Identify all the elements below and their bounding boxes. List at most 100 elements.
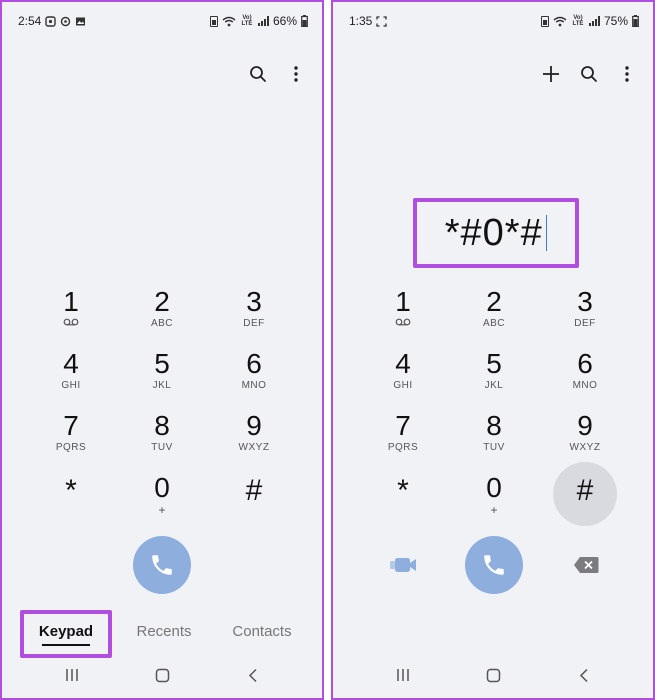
battery-saver-icon: [540, 15, 549, 27]
dialed-number-field[interactable]: *#0*#: [413, 198, 579, 268]
phone-icon: [152, 555, 172, 575]
more-options-button[interactable]: [284, 62, 308, 86]
call-button[interactable]: [133, 536, 191, 594]
key-letters: GHI: [61, 380, 81, 391]
add-icon: [543, 66, 559, 82]
add-contact-button[interactable]: [539, 62, 563, 86]
key-digit: 8: [486, 410, 502, 441]
status-time: 1:35: [349, 14, 373, 28]
key-digit: 8: [154, 410, 170, 441]
back-nav-button[interactable]: [573, 664, 595, 686]
key-4[interactable]: 4 GHI: [368, 348, 438, 410]
key-hash[interactable]: #: [550, 472, 620, 534]
phone-screen-keypad: 2:54 Vo) LTE 66% 1 2 ABC 3 DEF 4 GHI 5 JKL 6…: [0, 0, 324, 700]
key-2[interactable]: 2 ABC: [127, 286, 197, 348]
key-6[interactable]: 6 MNO: [219, 348, 289, 410]
volte-icon: Vo) LTE: [241, 15, 253, 27]
key-4[interactable]: 4 GHI: [36, 348, 106, 410]
search-button[interactable]: [577, 62, 601, 86]
tab-recents[interactable]: Recents: [119, 616, 209, 648]
gallery-icon: [76, 17, 86, 25]
phone-icon: [484, 555, 504, 575]
screenshot-icon: [376, 15, 388, 27]
tab-label: Recents: [136, 623, 192, 640]
more-options-button[interactable]: [615, 62, 639, 86]
backspace-button[interactable]: [571, 550, 601, 580]
home-nav-icon: [486, 668, 500, 682]
video-call-button[interactable]: [388, 550, 418, 580]
phone-screen-dialed: 1:35 Vo) LTE 75% *#0*# 1 2 ABC 3 DEF 4 GHI …: [331, 0, 655, 700]
key-star[interactable]: *: [368, 472, 438, 534]
key-letters: WXYZ: [569, 442, 601, 453]
key-letters: DEF: [574, 318, 596, 329]
navigation-bar: [2, 654, 322, 698]
volte-icon: Vo) LTE: [572, 15, 584, 27]
tab-contacts[interactable]: Contacts: [217, 616, 307, 648]
key-digit: #: [576, 474, 594, 507]
key-5[interactable]: 5 JKL: [459, 348, 529, 410]
key-star[interactable]: *: [36, 472, 106, 534]
key-8[interactable]: 8 TUV: [459, 410, 529, 472]
status-bar: 1:35 Vo) LTE 75%: [333, 2, 653, 40]
call-button[interactable]: [465, 536, 523, 594]
key-7[interactable]: 7 PQRS: [368, 410, 438, 472]
tab-label: Keypad: [38, 623, 94, 640]
tab-keypad[interactable]: Keypad: [21, 616, 111, 648]
key-digit: 3: [577, 286, 593, 317]
more-options-icon: [294, 66, 298, 82]
sync-icon: [61, 16, 71, 26]
back-nav-icon: [579, 668, 588, 682]
home-nav-button[interactable]: [151, 664, 173, 686]
key-1[interactable]: 1: [36, 286, 106, 348]
key-digit: *: [397, 474, 409, 507]
key-digit: #: [245, 474, 263, 507]
key-0[interactable]: 0 +: [127, 472, 197, 534]
key-9[interactable]: 9 WXYZ: [219, 410, 289, 472]
status-bar: 2:54 Vo) LTE 66%: [2, 2, 322, 40]
wifi-icon: [553, 16, 567, 26]
key-letters: +: [490, 503, 498, 517]
key-digit: 6: [577, 348, 593, 379]
dialed-number: *#0*#: [444, 211, 543, 254]
back-nav-button[interactable]: [242, 664, 264, 686]
key-digit: 7: [63, 410, 79, 441]
key-digit: 7: [395, 410, 411, 441]
key-3[interactable]: 3 DEF: [219, 286, 289, 348]
home-nav-icon: [155, 668, 169, 682]
key-7[interactable]: 7 PQRS: [36, 410, 106, 472]
key-digit: 4: [395, 348, 411, 379]
key-digit: 4: [63, 348, 79, 379]
battery-saver-icon: [209, 15, 218, 27]
key-0[interactable]: 0 +: [459, 472, 529, 534]
key-letters: JKL: [484, 380, 504, 391]
search-icon: [250, 66, 266, 82]
key-2[interactable]: 2 ABC: [459, 286, 529, 348]
key-digit: 6: [246, 348, 262, 379]
voicemail-icon: [63, 318, 79, 326]
back-nav-icon: [248, 668, 257, 682]
key-digit: 5: [154, 348, 170, 379]
home-nav-button[interactable]: [482, 664, 504, 686]
key-8[interactable]: 8 TUV: [127, 410, 197, 472]
status-time: 2:54: [18, 14, 42, 28]
key-letters: PQRS: [387, 442, 419, 453]
key-1[interactable]: 1: [368, 286, 438, 348]
search-icon: [581, 66, 597, 82]
key-letters: +: [158, 503, 166, 517]
more-options-icon: [625, 66, 629, 82]
key-5[interactable]: 5 JKL: [127, 348, 197, 410]
recents-nav-button[interactable]: [61, 664, 83, 686]
recents-nav-button[interactable]: [392, 664, 414, 686]
battery-icon: [301, 15, 308, 27]
battery-icon: [632, 15, 639, 27]
key-letters: ABC: [150, 318, 174, 329]
battery-level: 75%: [603, 14, 628, 28]
key-3[interactable]: 3 DEF: [550, 286, 620, 348]
key-digit: 1: [63, 286, 79, 317]
key-6[interactable]: 6 MNO: [550, 348, 620, 410]
recents-nav-icon: [397, 669, 409, 681]
search-button[interactable]: [246, 62, 270, 86]
tab-label: Contacts: [232, 623, 292, 640]
key-letters: GHI: [393, 380, 413, 391]
key-hash[interactable]: #: [219, 472, 289, 534]
